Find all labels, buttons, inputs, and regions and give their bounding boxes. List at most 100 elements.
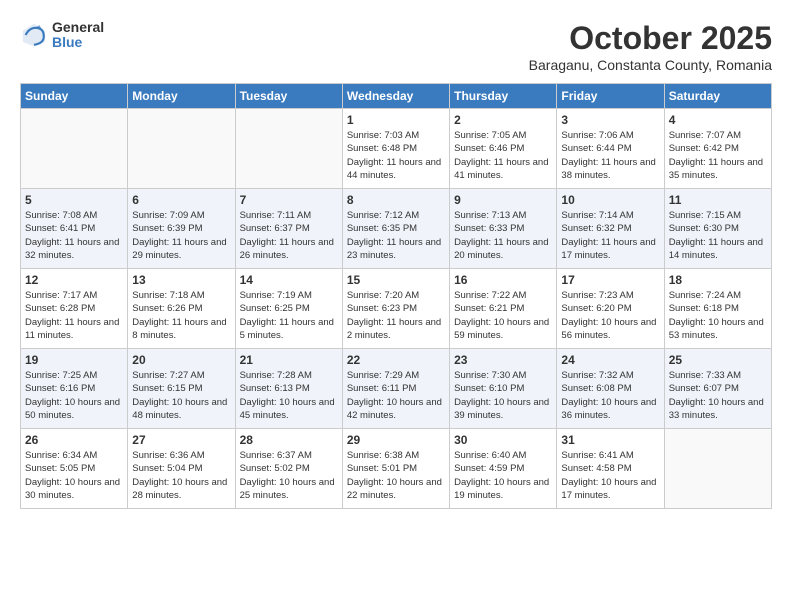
day-number: 4 [669, 113, 767, 127]
day-number: 9 [454, 193, 552, 207]
day-info: Sunrise: 6:37 AM Sunset: 5:02 PM Dayligh… [240, 449, 338, 502]
day-info: Sunrise: 7:19 AM Sunset: 6:25 PM Dayligh… [240, 289, 338, 342]
col-sunday: Sunday [21, 84, 128, 109]
calendar-day: 6Sunrise: 7:09 AM Sunset: 6:39 PM Daylig… [128, 189, 235, 269]
header-row: Sunday Monday Tuesday Wednesday Thursday… [21, 84, 772, 109]
calendar-body: 1Sunrise: 7:03 AM Sunset: 6:48 PM Daylig… [21, 109, 772, 509]
calendar-day: 26 Sunrise: 6:34 AM Sunset: 5:05 PM Dayli… [21, 429, 128, 509]
col-saturday: Saturday [664, 84, 771, 109]
day-number: 29 [347, 433, 445, 447]
day-number: 30 [454, 433, 552, 447]
day-number: 16 [454, 273, 552, 287]
month-title: October 2025 [529, 20, 772, 57]
col-friday: Friday [557, 84, 664, 109]
calendar-day: 21 Sunrise: 7:28 AM Sunset: 6:13 PM Dayli… [235, 349, 342, 429]
title-block: October 2025 Baraganu, Constanta County,… [529, 20, 772, 73]
calendar-week-5: 26 Sunrise: 6:34 AM Sunset: 5:05 PM Dayli… [21, 429, 772, 509]
calendar-day: 14 Sunrise: 7:19 AM Sunset: 6:25 PM Dayli… [235, 269, 342, 349]
calendar-day: 20 Sunrise: 7:27 AM Sunset: 6:15 PM Dayli… [128, 349, 235, 429]
calendar-day: 30Sunrise: 6:40 AM Sunset: 4:59 PM Dayli… [450, 429, 557, 509]
day-info: Sunrise: 7:07 AM Sunset: 6:42 PM Dayligh… [669, 129, 767, 182]
calendar-day: 16Sunrise: 7:22 AM Sunset: 6:21 PM Dayli… [450, 269, 557, 349]
day-number: 13 [132, 273, 230, 287]
day-number: 19 [25, 353, 123, 367]
day-info: Sunrise: 7:28 AM Sunset: 6:13 PM Dayligh… [240, 369, 338, 422]
calendar-day: 29Sunrise: 6:38 AM Sunset: 5:01 PM Dayli… [342, 429, 449, 509]
calendar-day: 28 Sunrise: 6:37 AM Sunset: 5:02 PM Dayli… [235, 429, 342, 509]
day-info: Sunrise: 7:17 AM Sunset: 6:28 PM Dayligh… [25, 289, 123, 342]
day-info: Sunrise: 7:14 AM Sunset: 6:32 PM Dayligh… [561, 209, 659, 262]
day-info: Sunrise: 6:34 AM Sunset: 5:05 PM Dayligh… [25, 449, 123, 502]
day-number: 8 [347, 193, 445, 207]
calendar-day: 11 Sunrise: 7:15 AM Sunset: 6:30 PM Dayli… [664, 189, 771, 269]
calendar-day: 22 Sunrise: 7:29 AM Sunset: 6:11 PM Dayli… [342, 349, 449, 429]
day-info: Sunrise: 7:12 AM Sunset: 6:35 PM Dayligh… [347, 209, 445, 262]
day-number: 26 [25, 433, 123, 447]
day-number: 18 [669, 273, 767, 287]
day-number: 14 [240, 273, 338, 287]
day-number: 2 [454, 113, 552, 127]
logo-text: General Blue [52, 20, 104, 51]
logo-general-text: General [52, 20, 104, 35]
calendar-day [21, 109, 128, 189]
calendar-day: 2Sunrise: 7:05 AM Sunset: 6:46 PM Daylig… [450, 109, 557, 189]
day-info: Sunrise: 7:23 AM Sunset: 6:20 PM Dayligh… [561, 289, 659, 342]
day-info: Sunrise: 7:15 AM Sunset: 6:30 PM Dayligh… [669, 209, 767, 262]
day-number: 3 [561, 113, 659, 127]
day-number: 27 [132, 433, 230, 447]
calendar-table: Sunday Monday Tuesday Wednesday Thursday… [20, 83, 772, 509]
day-number: 6 [132, 193, 230, 207]
day-info: Sunrise: 7:11 AM Sunset: 6:37 PM Dayligh… [240, 209, 338, 262]
calendar-week-1: 1Sunrise: 7:03 AM Sunset: 6:48 PM Daylig… [21, 109, 772, 189]
calendar-week-4: 19 Sunrise: 7:25 AM Sunset: 6:16 PM Dayli… [21, 349, 772, 429]
day-number: 11 [669, 193, 767, 207]
calendar-day: 27 Sunrise: 6:36 AM Sunset: 5:04 PM Dayli… [128, 429, 235, 509]
calendar-day: 18 Sunrise: 7:24 AM Sunset: 6:18 PM Dayli… [664, 269, 771, 349]
day-number: 5 [25, 193, 123, 207]
logo: General Blue [20, 20, 104, 51]
calendar-day: 10 Sunrise: 7:14 AM Sunset: 6:32 PM Dayli… [557, 189, 664, 269]
day-number: 23 [454, 353, 552, 367]
col-thursday: Thursday [450, 84, 557, 109]
day-info: Sunrise: 7:30 AM Sunset: 6:10 PM Dayligh… [454, 369, 552, 422]
col-tuesday: Tuesday [235, 84, 342, 109]
day-info: Sunrise: 7:29 AM Sunset: 6:11 PM Dayligh… [347, 369, 445, 422]
calendar-day [664, 429, 771, 509]
calendar-day: 19 Sunrise: 7:25 AM Sunset: 6:16 PM Dayli… [21, 349, 128, 429]
day-number: 22 [347, 353, 445, 367]
day-info: Sunrise: 7:18 AM Sunset: 6:26 PM Dayligh… [132, 289, 230, 342]
day-number: 20 [132, 353, 230, 367]
day-info: Sunrise: 7:06 AM Sunset: 6:44 PM Dayligh… [561, 129, 659, 182]
day-number: 28 [240, 433, 338, 447]
day-number: 17 [561, 273, 659, 287]
day-info: Sunrise: 7:13 AM Sunset: 6:33 PM Dayligh… [454, 209, 552, 262]
calendar-day [235, 109, 342, 189]
day-info: Sunrise: 7:03 AM Sunset: 6:48 PM Dayligh… [347, 129, 445, 182]
calendar-day: 4 Sunrise: 7:07 AM Sunset: 6:42 PM Daylig… [664, 109, 771, 189]
calendar-day: 31Sunrise: 6:41 AM Sunset: 4:58 PM Dayli… [557, 429, 664, 509]
calendar-day: 15Sunrise: 7:20 AM Sunset: 6:23 PM Dayli… [342, 269, 449, 349]
day-number: 10 [561, 193, 659, 207]
col-wednesday: Wednesday [342, 84, 449, 109]
day-info: Sunrise: 6:36 AM Sunset: 5:04 PM Dayligh… [132, 449, 230, 502]
calendar-day: 23 Sunrise: 7:30 AM Sunset: 6:10 PM Dayli… [450, 349, 557, 429]
day-number: 24 [561, 353, 659, 367]
calendar-day: 9 Sunrise: 7:13 AM Sunset: 6:33 PM Daylig… [450, 189, 557, 269]
day-info: Sunrise: 7:32 AM Sunset: 6:08 PM Dayligh… [561, 369, 659, 422]
logo-icon [20, 21, 48, 49]
calendar-day: 1Sunrise: 7:03 AM Sunset: 6:48 PM Daylig… [342, 109, 449, 189]
day-info: Sunrise: 7:27 AM Sunset: 6:15 PM Dayligh… [132, 369, 230, 422]
calendar-day: 24 Sunrise: 7:32 AM Sunset: 6:08 PM Dayli… [557, 349, 664, 429]
calendar-day: 13 Sunrise: 7:18 AM Sunset: 6:26 PM Dayli… [128, 269, 235, 349]
calendar-day: 5 Sunrise: 7:08 AM Sunset: 6:41 PM Daylig… [21, 189, 128, 269]
day-info: Sunrise: 7:33 AM Sunset: 6:07 PM Dayligh… [669, 369, 767, 422]
calendar-day: 8 Sunrise: 7:12 AM Sunset: 6:35 PM Daylig… [342, 189, 449, 269]
day-number: 21 [240, 353, 338, 367]
logo-blue-text: Blue [52, 35, 104, 50]
day-info: Sunrise: 7:25 AM Sunset: 6:16 PM Dayligh… [25, 369, 123, 422]
calendar-day: 7Sunrise: 7:11 AM Sunset: 6:37 PM Daylig… [235, 189, 342, 269]
day-info: Sunrise: 7:08 AM Sunset: 6:41 PM Dayligh… [25, 209, 123, 262]
day-info: Sunrise: 7:24 AM Sunset: 6:18 PM Dayligh… [669, 289, 767, 342]
day-number: 31 [561, 433, 659, 447]
calendar-header: Sunday Monday Tuesday Wednesday Thursday… [21, 84, 772, 109]
